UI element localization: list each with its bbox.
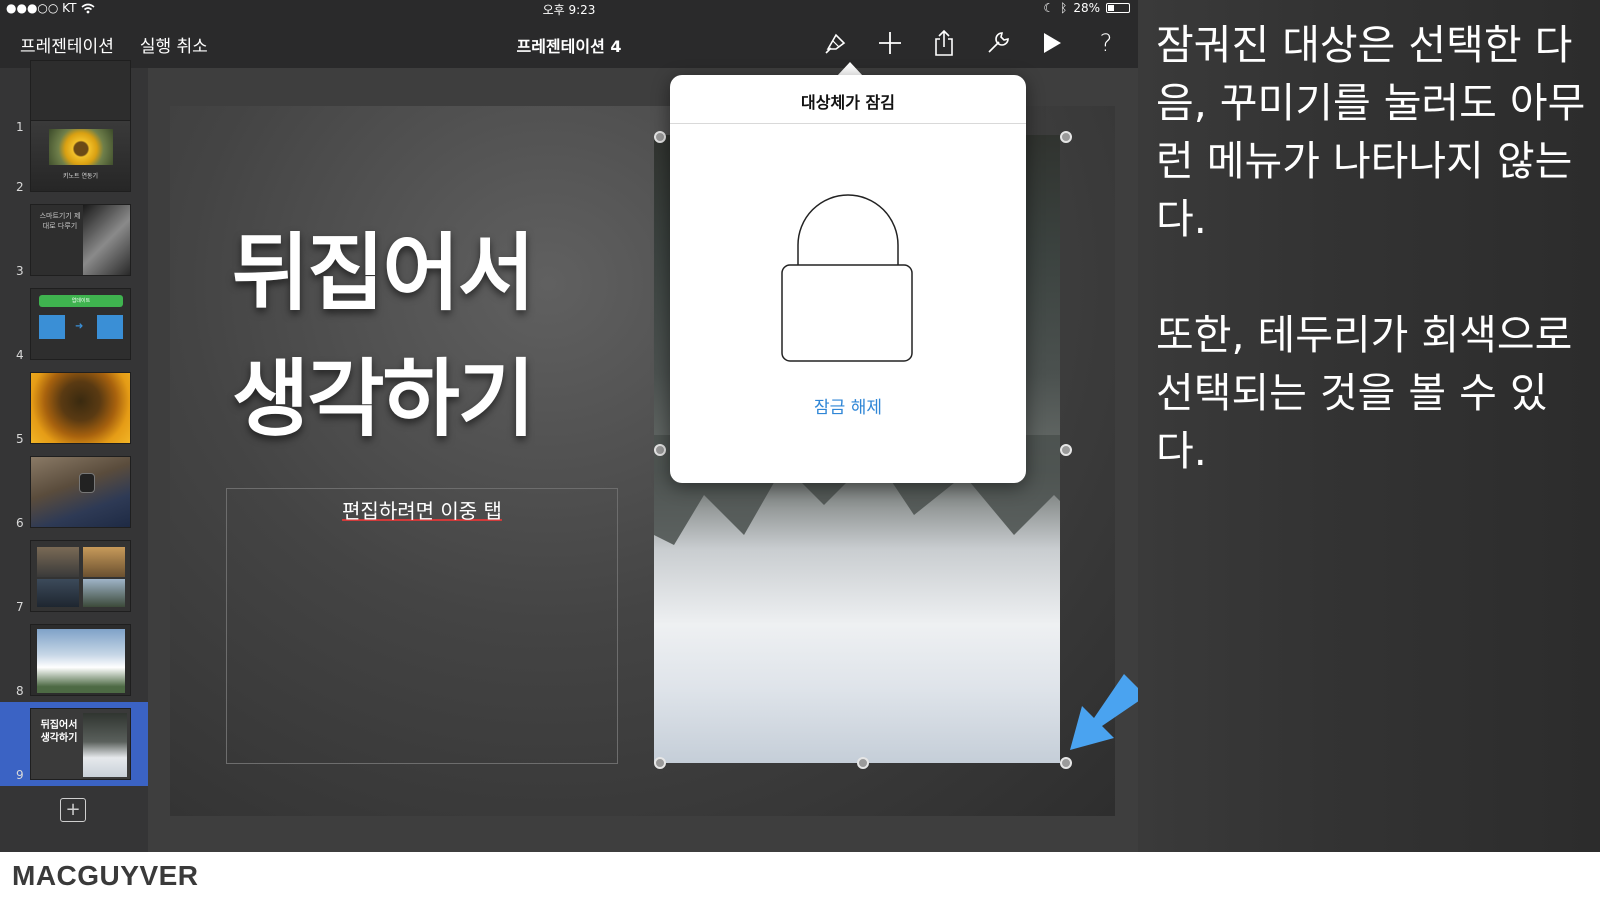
explanation-paragraph-2: 또한, 테두리가 회색으로 선택되는 것을 볼 수 있다. [1156, 311, 1573, 475]
thumbnail-image: 업데이트 ➜ [30, 288, 131, 360]
arrow-shape: ➜ [75, 321, 84, 332]
slide-number: 3 [16, 264, 24, 278]
selection-handle [654, 757, 666, 769]
slide-title-line: 생각하기 [232, 350, 535, 448]
lock-icon [781, 194, 913, 362]
body-text-box[interactable]: 편집하려면 이중 탭 [226, 488, 618, 764]
format-brush-button[interactable] [818, 26, 854, 60]
share-icon [935, 29, 953, 56]
play-icon [1044, 33, 1061, 53]
selection-handle [1060, 444, 1072, 456]
thumbnail-caption: 업데이트 [39, 295, 123, 307]
slide-thumbnail-6[interactable]: 6 [0, 450, 148, 534]
brand-logo: MACGUYVER [12, 860, 199, 891]
thumbnail-image: 스마트기기 제대로 다루기 [30, 204, 131, 276]
collage-photo [83, 547, 125, 577]
slide-navigator[interactable]: 1 키노트 연동기 2 스마트기기 제대로 다루기 3 업데이트 ➜ 4 5 6… [0, 60, 148, 852]
help-button[interactable]: ? [1088, 26, 1124, 60]
play-button[interactable] [1034, 26, 1070, 60]
thumbnail-image [30, 624, 131, 696]
battery-icon [1106, 3, 1130, 13]
bluetooth-icon: ᛒ [1060, 1, 1068, 15]
collage-photo [83, 579, 125, 607]
slide-number: 6 [16, 516, 24, 530]
thumbnail-image [30, 456, 131, 528]
unlock-button[interactable]: 잠금 해제 [670, 393, 1026, 418]
add-object-button[interactable] [872, 26, 908, 60]
ipad-screen: ●●●○○ KT 오후 9:23 ☾ ᛒ 28% 프레젠테이션 실행 취소 프레… [0, 0, 1138, 852]
collage-photo [37, 547, 79, 577]
share-button[interactable] [926, 26, 962, 60]
status-right: ☾ ᛒ 28% [1043, 1, 1130, 15]
blue-box [97, 315, 123, 339]
status-time: 오후 9:23 [542, 3, 596, 17]
screenshot-frame: ●●●○○ KT 오후 9:23 ☾ ᛒ 28% 프레젠테이션 실행 취소 프레… [0, 0, 1600, 852]
selection-handle [1060, 131, 1072, 143]
sky-photo [37, 629, 125, 693]
battery-percent: 28% [1073, 1, 1100, 15]
tools-button[interactable] [980, 26, 1016, 60]
plus-icon [879, 32, 901, 54]
undo-button[interactable]: 실행 취소 [140, 32, 208, 57]
slide-title[interactable]: 뒤집어서 생각하기 [232, 210, 632, 462]
slide-number: 7 [16, 600, 24, 614]
slide-thumbnail-2[interactable]: 키노트 연동기 2 [0, 114, 148, 198]
moon-icon: ☾ [1043, 1, 1055, 15]
slide-thumbnail-3[interactable]: 스마트기기 제대로 다루기 3 [0, 198, 148, 282]
format-brush-icon [825, 33, 846, 54]
slide-number: 9 [16, 768, 24, 782]
help-icon: ? [1099, 29, 1113, 57]
slide-number: 4 [16, 348, 24, 362]
locked-object-popover: 대상체가 잠김 잠금 해제 [670, 75, 1026, 483]
slide-title-line: 뒤집어서 [232, 224, 535, 322]
wrench-icon [988, 32, 1009, 53]
slide-thumbnail-5[interactable]: 5 [0, 366, 148, 450]
thumbnail-caption: 뒤집어서 생각하기 [40, 720, 78, 744]
slide-thumbnail-9[interactable]: 뒤집어서 생각하기 9 [0, 702, 148, 786]
thumbnail-caption: 스마트기기 제대로 다루기 [39, 212, 81, 230]
status-bar: ●●●○○ KT 오후 9:23 ☾ ᛒ 28% [0, 0, 1138, 18]
plus-icon: + [65, 799, 81, 820]
watch-shape [79, 473, 95, 493]
selection-handle [654, 444, 666, 456]
thumbnail-image: 뒤집어서 생각하기 [30, 708, 131, 780]
blue-box [39, 315, 65, 339]
selection-handle [1060, 757, 1072, 769]
annotation-arrow-icon [1070, 674, 1138, 750]
body-placeholder-text: 편집하려면 이중 탭 [342, 499, 502, 523]
battery-fill [1108, 5, 1114, 11]
selection-handle [857, 757, 869, 769]
explanation-panel: 잠궈진 대상은 선택한 다음, 꾸미기를 눌러도 아무런 메뉴가 나타나지 않는… [1138, 0, 1600, 852]
app-toolbar: 프레젠테이션 실행 취소 프레젠테이션 4 ? [0, 18, 1138, 68]
slide-number: 5 [16, 432, 24, 446]
selection-handle [654, 131, 666, 143]
thumbnail-caption: 키노트 연동기 [62, 173, 99, 180]
slide-thumbnail-8[interactable]: 8 [0, 618, 148, 702]
slide-number: 8 [16, 684, 24, 698]
slide-thumbnail-4[interactable]: 업데이트 ➜ 4 [0, 282, 148, 366]
popover-divider [670, 123, 1026, 124]
thumbnail-image [30, 372, 131, 444]
footer: MACGUYVER [0, 852, 1600, 900]
slide-thumbnail-7[interactable]: 7 [0, 534, 148, 618]
thumbnail-image [30, 540, 131, 612]
collage-photo [37, 579, 79, 607]
pen-photo [83, 205, 130, 275]
add-slide-button[interactable]: + [60, 798, 86, 822]
explanation-paragraph-1: 잠궈진 대상은 선택한 다음, 꾸미기를 눌러도 아무런 메뉴가 나타나지 않는… [1156, 21, 1586, 243]
sunflower-photo [49, 129, 113, 165]
popover-arrow [837, 62, 863, 76]
popover-title: 대상체가 잠김 [801, 93, 895, 112]
slide-number: 2 [16, 180, 24, 194]
toolbar-right: ? [818, 26, 1124, 60]
flipped-photo [83, 713, 127, 777]
thumbnail-image: 키노트 연동기 [30, 120, 131, 192]
